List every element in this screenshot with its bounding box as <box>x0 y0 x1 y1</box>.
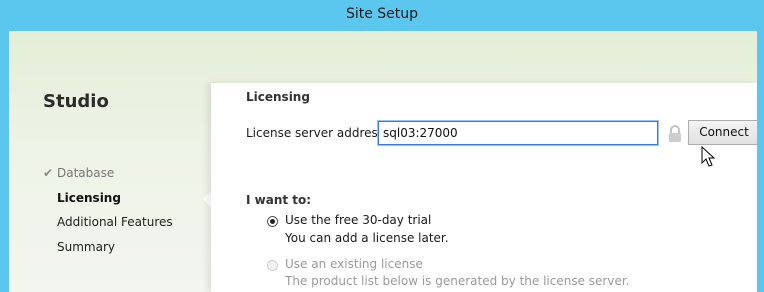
current-step-pointer <box>203 191 211 207</box>
choice-heading: I want to: <box>246 193 312 207</box>
lock-icon <box>669 125 681 142</box>
site-setup-window: Site Setup Studio ✔ Database Licensing Ad… <box>0 0 764 292</box>
sidebar-item-additional-features: Additional Features <box>57 215 173 229</box>
existing-license-option-description: The product list below is generated by t… <box>285 274 630 288</box>
trial-option-label[interactable]: Use the free 30-day trial <box>285 213 431 227</box>
license-server-label: License server address: <box>246 126 389 140</box>
trial-option-description: You can add a license later. <box>285 231 449 245</box>
checkmark-icon: ✔ <box>43 166 54 180</box>
section-title: Licensing <box>246 90 310 104</box>
sidebar-item-label: Licensing <box>57 191 121 205</box>
sidebar-item-label: Database <box>57 166 115 180</box>
sidebar-item-label: Additional Features <box>57 215 173 229</box>
window-frame-left <box>0 31 9 292</box>
existing-license-radio[interactable] <box>267 260 278 271</box>
license-server-input[interactable] <box>378 121 658 145</box>
window-title: Site Setup <box>345 6 419 22</box>
sidebar-item-licensing: Licensing <box>57 191 121 205</box>
sidebar-item-summary: Summary <box>57 240 115 254</box>
wizard-content: Studio ✔ Database Licensing Additional Fe… <box>9 31 757 292</box>
sidebar-item-label: Summary <box>57 240 115 254</box>
mouse-cursor-icon <box>701 146 716 167</box>
sidebar-item-database: ✔ Database <box>43 166 114 180</box>
title-bar[interactable]: Site Setup <box>0 0 764 31</box>
trial-radio[interactable] <box>267 216 278 227</box>
connect-button[interactable]: Connect <box>688 120 757 145</box>
licensing-panel: Licensing License server address: Connec… <box>211 83 757 292</box>
window-frame-right <box>757 31 764 292</box>
existing-license-option-label[interactable]: Use an existing license <box>285 257 423 271</box>
studio-heading: Studio <box>43 91 109 112</box>
